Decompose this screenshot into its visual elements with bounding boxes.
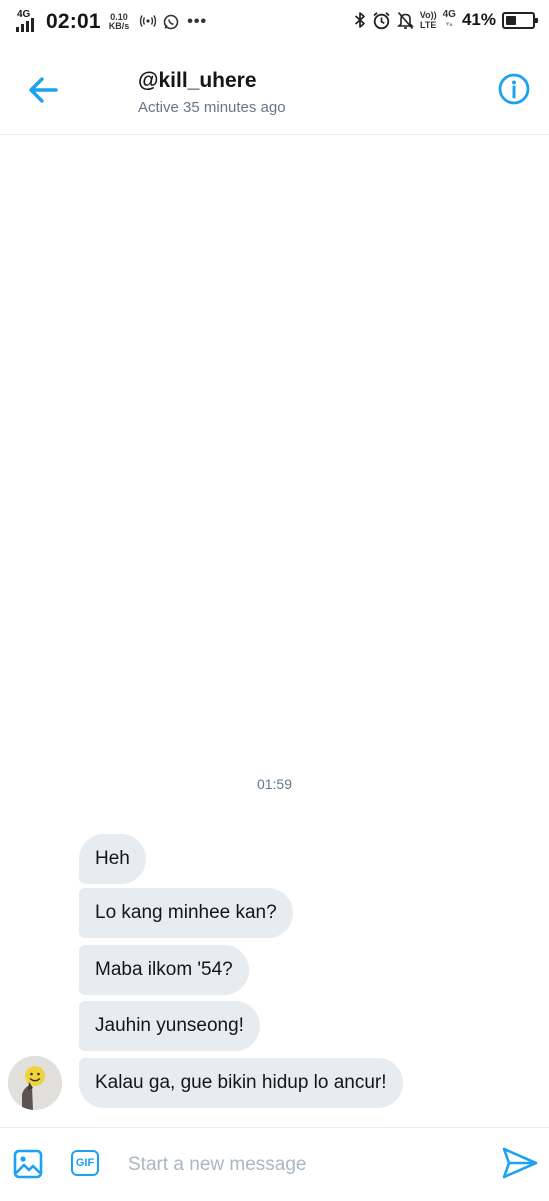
conversation-header: @kill_uhere Active 35 minutes ago xyxy=(0,44,549,135)
message-timestamp: 01:59 xyxy=(256,776,293,792)
network-4g-label: 4G xyxy=(442,9,456,20)
message-bubble[interactable]: Heh xyxy=(79,834,146,884)
data-arrows-icon: ▾▴ xyxy=(445,21,453,28)
network-4g-indicator: 4G ▾▴ xyxy=(443,10,456,30)
message-bubble[interactable]: Jauhin yunseong! xyxy=(79,1001,260,1051)
send-icon xyxy=(502,1147,538,1179)
battery-fill xyxy=(506,15,516,25)
send-button[interactable] xyxy=(501,1144,539,1182)
message-input[interactable] xyxy=(128,1150,478,1180)
battery-icon xyxy=(502,11,538,29)
more-dots-icon: ••• xyxy=(187,13,208,30)
info-icon xyxy=(498,73,530,105)
volte-top: Vo)) xyxy=(419,10,437,20)
message-composer: GIF xyxy=(0,1127,549,1201)
mute-icon xyxy=(396,11,414,30)
sender-avatar[interactable] xyxy=(8,1056,62,1110)
volte-bottom: LTE xyxy=(420,20,437,30)
message-bubble[interactable]: Maba ilkom '54? xyxy=(79,945,249,995)
battery-percent: 41% xyxy=(461,10,496,29)
whatsapp-icon xyxy=(163,14,179,30)
alarm-icon xyxy=(372,11,391,30)
back-button[interactable] xyxy=(26,72,62,108)
active-status: Active 35 minutes ago xyxy=(138,99,286,116)
arrow-left-icon xyxy=(29,77,58,103)
conversation-title[interactable]: @kill_uhere xyxy=(138,69,257,93)
message-bubble[interactable]: Kalau ga, gue bikin hidup lo ancur! xyxy=(79,1058,403,1108)
clock: 02:01 xyxy=(46,10,101,33)
image-icon xyxy=(13,1149,43,1179)
volte-indicator: Vo)) LTE xyxy=(420,10,437,30)
hotspot-icon xyxy=(139,14,157,31)
add-media-button[interactable] xyxy=(12,1148,44,1180)
network-speed: 0.10 KB/s xyxy=(109,13,130,31)
gif-button[interactable]: GIF xyxy=(71,1150,99,1176)
bluetooth-icon xyxy=(354,11,366,29)
speed-unit: KB/s xyxy=(108,21,130,31)
info-button[interactable] xyxy=(497,72,531,106)
status-bar: 4G 02:01 0.10 KB/s ••• Vo)) LTE 4G ▾▴ 41… xyxy=(0,0,549,44)
signal-icon: 4G xyxy=(16,9,42,34)
message-bubble[interactable]: Lo kang minhee kan? xyxy=(79,888,293,938)
